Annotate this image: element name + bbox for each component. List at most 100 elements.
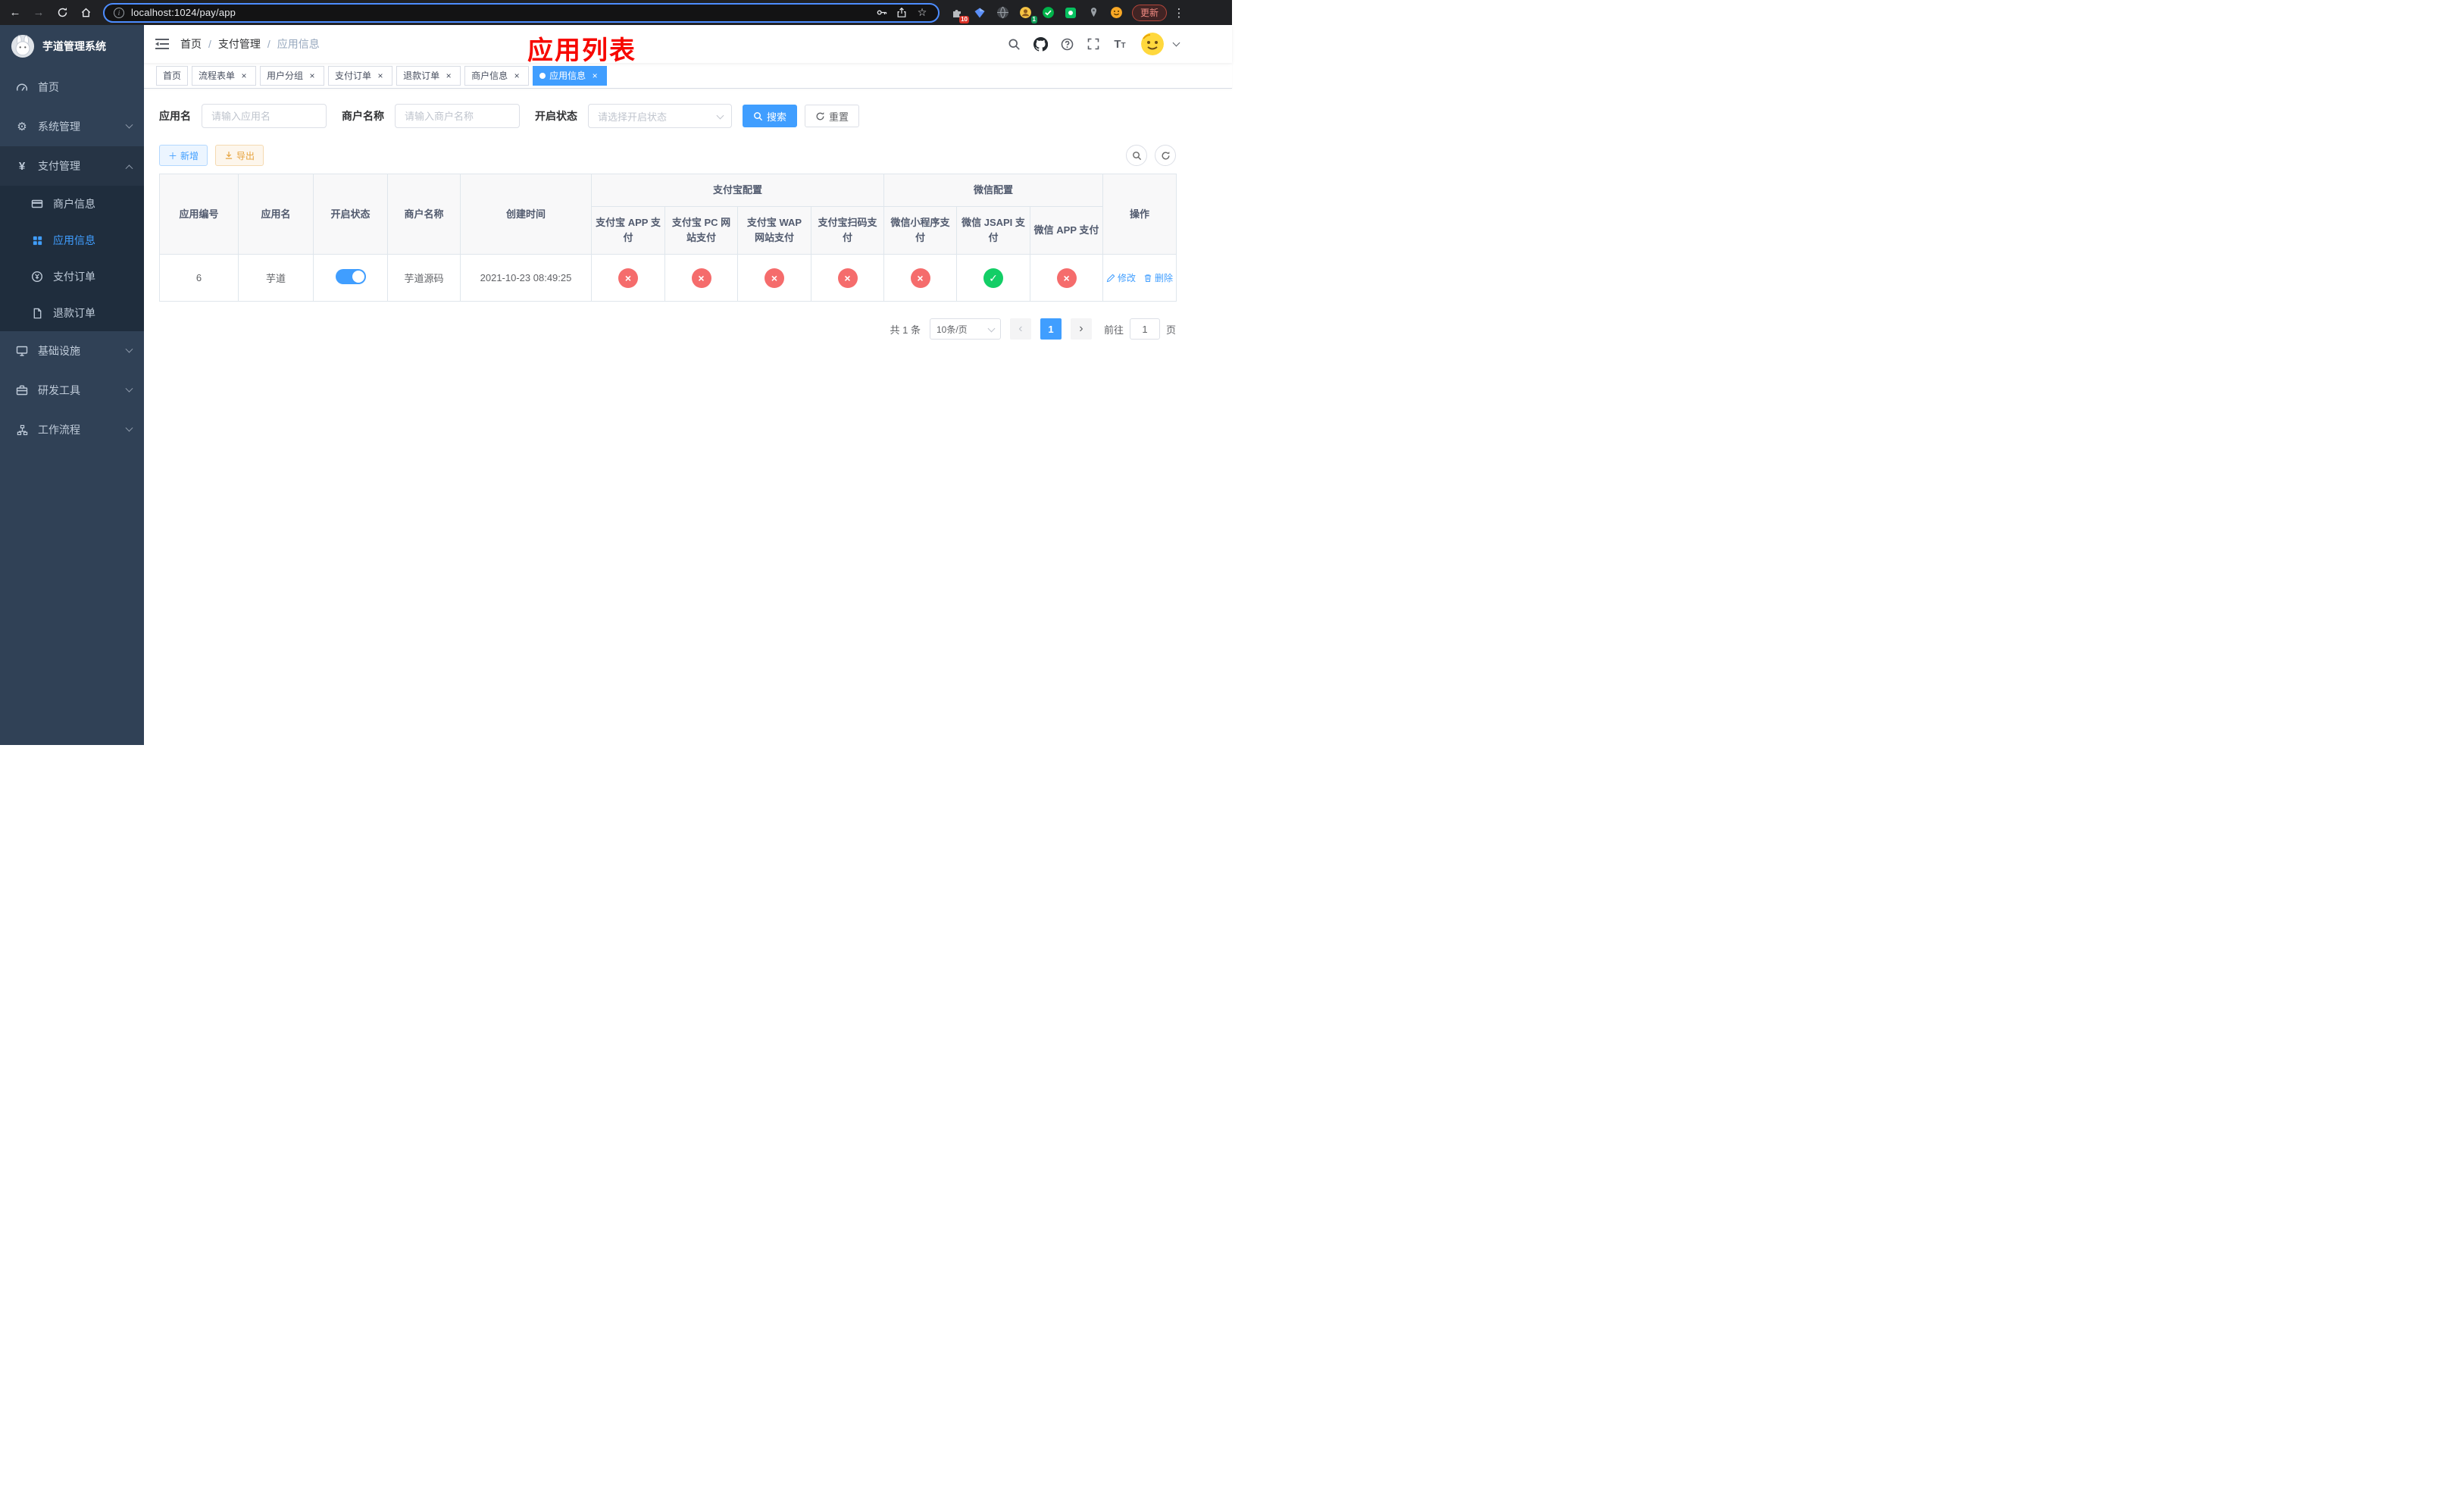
app-name-label: 应用名 <box>159 110 191 122</box>
extension-pin-icon[interactable] <box>1085 5 1102 21</box>
browser-toolbar: ← → i localhost:1024/pay/app ☆ 10 1 更新 ⋮ <box>0 0 1232 25</box>
sidebar-item-pay-order[interactable]: 支付订单 <box>0 258 144 295</box>
password-key-icon[interactable] <box>874 6 888 20</box>
sidebar-item-home[interactable]: 首页 <box>0 67 144 107</box>
sidebar-toggle-button[interactable] <box>144 25 180 63</box>
tab-refund-order[interactable]: 退款订单 × <box>396 65 461 86</box>
cell-app-id: 6 <box>159 254 239 302</box>
search-button[interactable]: 搜索 <box>743 105 798 127</box>
share-icon[interactable] <box>895 6 908 20</box>
font-size-icon[interactable]: TT <box>1110 34 1130 54</box>
tab-close-icon[interactable]: × <box>375 70 386 81</box>
browser-menu-icon[interactable]: ⋮ <box>1171 4 1187 22</box>
site-info-icon[interactable]: i <box>114 7 124 18</box>
tab-user-group[interactable]: 用户分组 × <box>260 65 325 86</box>
sidebar-item-workflow[interactable]: 工作流程 <box>0 410 144 449</box>
fullscreen-icon[interactable] <box>1083 34 1103 54</box>
help-icon[interactable] <box>1057 34 1077 54</box>
next-page-button[interactable]: › <box>1070 318 1092 340</box>
payment-submenu: 商户信息 应用信息 支付订单 退款订单 <box>0 186 144 331</box>
sidebar-item-app-info[interactable]: 应用信息 <box>0 222 144 258</box>
sidebar-item-payment[interactable]: ¥ 支付管理 <box>0 146 144 186</box>
edit-button[interactable]: 修改 <box>1106 271 1136 284</box>
user-avatar[interactable] <box>1141 33 1164 55</box>
grid-icon <box>30 235 44 246</box>
tab-merchant-info[interactable]: 商户信息 × <box>464 65 530 86</box>
merchant-name-input[interactable] <box>395 104 520 128</box>
breadcrumb-home[interactable]: 首页 <box>180 36 202 52</box>
tab-pay-order[interactable]: 支付订单 × <box>328 65 393 86</box>
goto-page-input[interactable] <box>1129 318 1160 340</box>
breadcrumb-section[interactable]: 支付管理 <box>218 36 261 52</box>
delete-button[interactable]: 删除 <box>1143 271 1173 284</box>
document-icon <box>30 308 44 319</box>
status-toggle[interactable] <box>335 269 366 284</box>
extension-green-circle-icon[interactable] <box>1040 5 1056 21</box>
browser-reload-button[interactable] <box>52 2 73 23</box>
bookmark-star-icon[interactable]: ☆ <box>915 6 929 20</box>
tab-process-form[interactable]: 流程表单 × <box>192 65 257 86</box>
status-select[interactable]: 请选择开启状态 <box>588 104 732 128</box>
tab-close-icon[interactable]: × <box>443 70 454 81</box>
col-group-wechat: 微信配置 <box>883 174 1104 207</box>
extension-avatar-icon[interactable]: 1 <box>1017 5 1037 23</box>
col-group-alipay: 支付宝配置 <box>590 174 885 207</box>
sidebar-item-merchant-info[interactable]: 商户信息 <box>0 186 144 222</box>
search-icon[interactable] <box>1004 34 1024 54</box>
browser-forward-button[interactable]: → <box>28 2 49 23</box>
breadcrumb: 首页 / 支付管理 / 应用信息 <box>180 36 320 52</box>
sidebar-item-refund-order[interactable]: 退款订单 <box>0 295 144 331</box>
toggle-search-button[interactable] <box>1126 145 1147 166</box>
sidebar-item-dev-tools[interactable]: 研发工具 <box>0 371 144 410</box>
search-icon <box>1132 151 1141 160</box>
address-bar[interactable]: i localhost:1024/pay/app ☆ <box>103 2 940 23</box>
trash-icon <box>1144 274 1152 282</box>
browser-update-button[interactable]: 更新 <box>1132 4 1168 21</box>
col-header-app-name: 应用名 <box>238 174 314 255</box>
sidebar-item-infra[interactable]: 基础设施 <box>0 331 144 371</box>
app-title: 芋道管理系统 <box>42 40 106 52</box>
navbar-actions: TT <box>1004 33 1180 55</box>
refresh-table-button[interactable] <box>1155 145 1176 166</box>
page-size-select[interactable]: 10条/页 <box>929 318 1001 340</box>
plus-icon: ＋ <box>168 150 178 161</box>
reload-icon <box>58 8 67 17</box>
export-button[interactable]: 导出 <box>215 145 264 166</box>
chevron-down-icon <box>125 345 133 353</box>
page-title-annotation: 应用列表 <box>527 36 636 65</box>
github-icon[interactable] <box>1030 34 1050 54</box>
avatar-caret-icon[interactable] <box>1172 39 1180 46</box>
extension-face-icon[interactable] <box>1108 5 1124 21</box>
reset-button[interactable]: 重置 <box>805 105 860 127</box>
goto-label: 前往 <box>1103 324 1124 336</box>
tab-close-icon[interactable]: × <box>307 70 317 81</box>
refresh-icon <box>1162 151 1169 159</box>
prev-page-button[interactable]: ‹ <box>1009 318 1031 340</box>
tab-close-icon[interactable]: × <box>589 70 600 81</box>
add-button[interactable]: ＋ 新增 <box>159 145 208 166</box>
tab-close-icon[interactable]: × <box>511 70 522 81</box>
tab-close-icon[interactable]: × <box>239 70 249 81</box>
app-table: 应用编号 应用名 开启状态 商户名称 创建时间 支付宝配置 微信配置 操作 支付… <box>159 174 1177 302</box>
pay-order-icon <box>30 271 44 283</box>
col-header-alipay-wap: 支付宝 WAP 网站支付 <box>737 206 811 255</box>
wx-app-status-icon: × <box>1056 268 1077 288</box>
chevron-down-icon <box>716 111 724 120</box>
tab-home[interactable]: 首页 <box>156 65 189 86</box>
browser-home-button[interactable] <box>75 2 96 23</box>
col-header-alipay-pc: 支付宝 PC 网站支付 <box>664 206 738 255</box>
app-name-input[interactable] <box>202 104 327 128</box>
browser-back-button[interactable]: ← <box>5 2 26 23</box>
tab-app-info[interactable]: 应用信息 × <box>533 65 608 86</box>
pagination-total: 共 1 条 <box>890 324 921 336</box>
page-number-button[interactable]: 1 <box>1040 318 1062 340</box>
extension-gem-icon[interactable] <box>971 5 988 21</box>
sidebar-item-system[interactable]: ⚙ 系统管理 <box>0 107 144 146</box>
wx-lite-status-icon: × <box>910 268 930 288</box>
col-header-alipay-qr: 支付宝扫码支付 <box>810 206 885 255</box>
sidebar-logo[interactable]: 芋道管理系统 <box>0 25 144 67</box>
extension-green-square-icon[interactable] <box>1062 5 1079 21</box>
extension-globe-icon[interactable] <box>994 5 1011 21</box>
extensions-puzzle-icon[interactable]: 10 <box>949 5 969 23</box>
col-header-wx-lite: 微信小程序支付 <box>883 206 958 255</box>
